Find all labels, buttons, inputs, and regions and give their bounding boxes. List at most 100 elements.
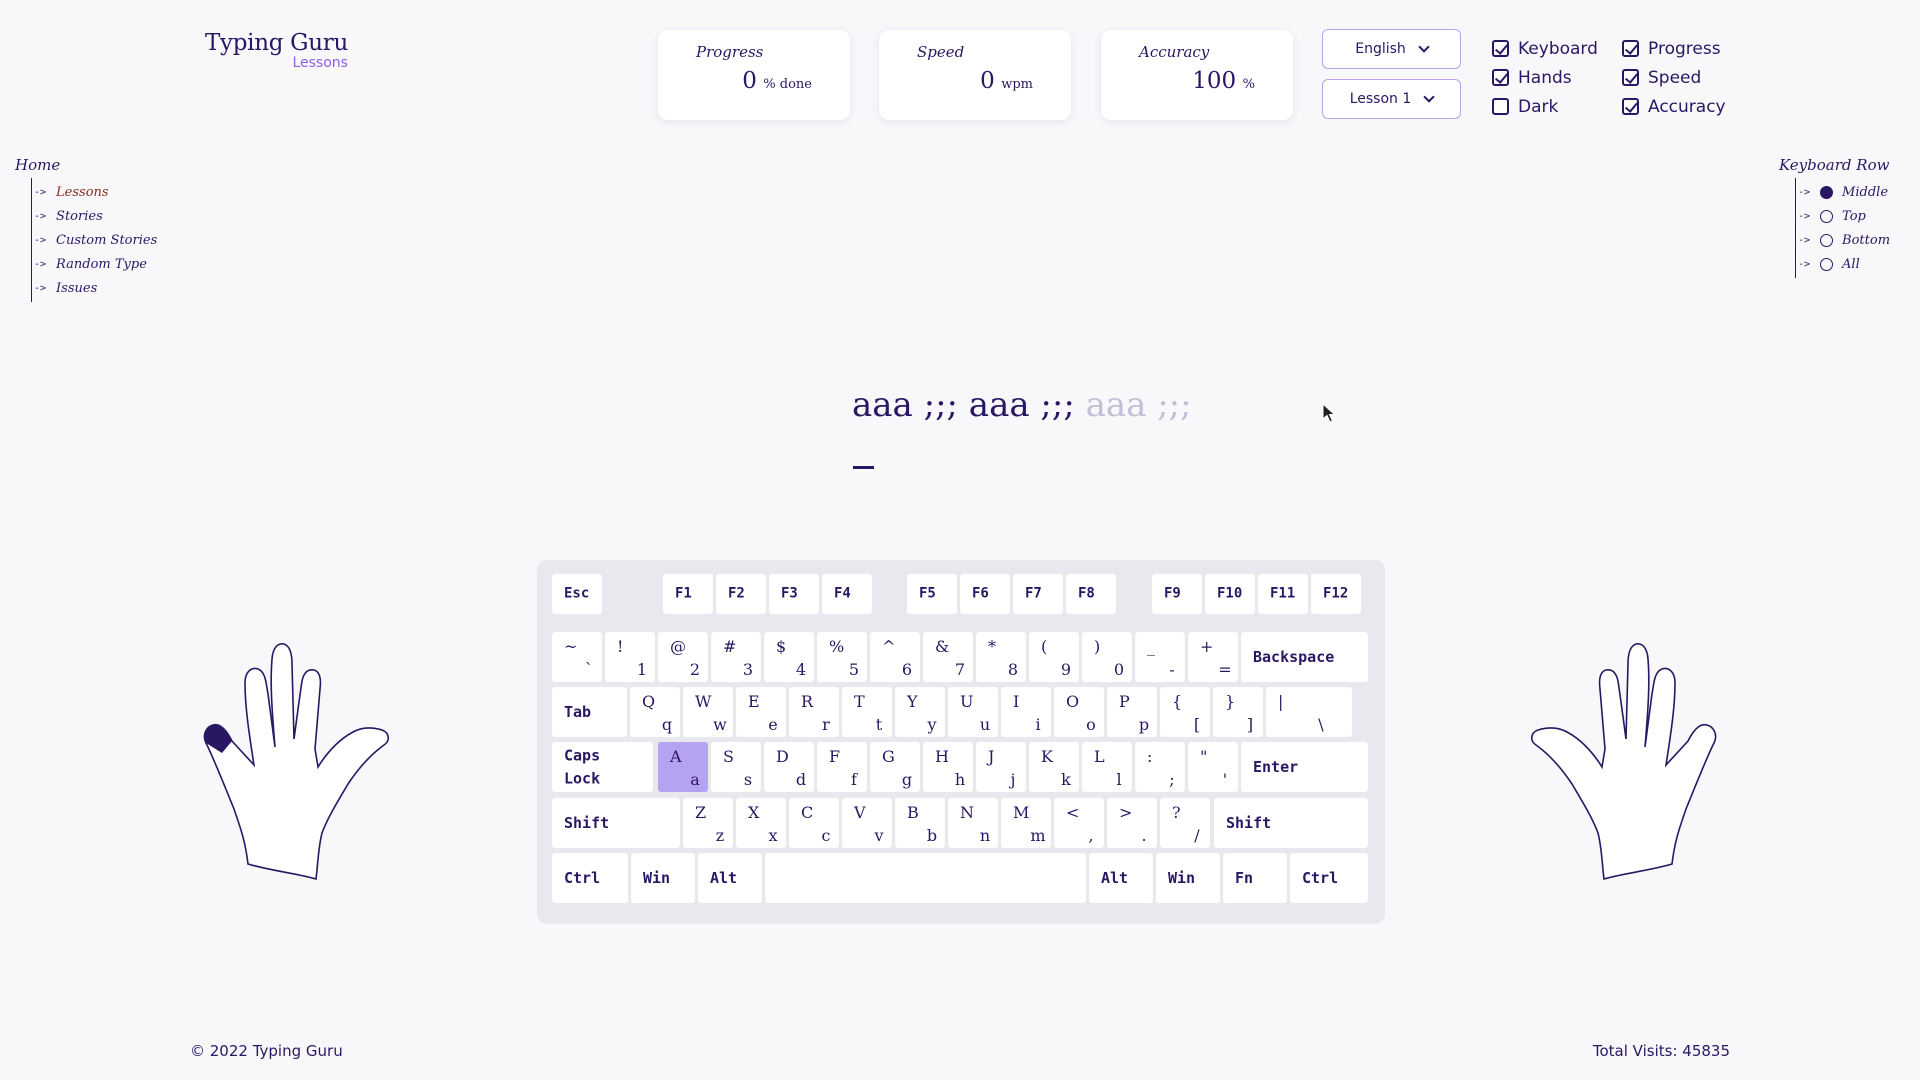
language-select[interactable]: English [1322,29,1461,69]
key-f5[interactable]: F5 [907,574,957,614]
key-sym[interactable]: ? / [1160,798,1210,848]
dark-option[interactable]: Dark [1492,92,1598,121]
key-ctrl-right[interactable]: Ctrl [1290,853,1368,903]
progress-checkbox[interactable] [1622,40,1639,57]
key-n[interactable]: Nn [948,798,998,848]
key-4[interactable]: $4 [764,632,814,682]
key-sym[interactable]: _ - [1135,632,1185,682]
key-e[interactable]: Ee [736,687,786,737]
key-j[interactable]: Jj [976,742,1026,792]
key-f10[interactable]: F10 [1205,574,1255,614]
dark-checkbox[interactable] [1492,98,1509,115]
nav-item-issues[interactable]: -> Issues [32,276,157,300]
key-fn[interactable]: Fn [1223,853,1287,903]
app-logo[interactable]: Typing Guru Lessons [205,30,348,71]
key-sym[interactable]: | \ [1266,687,1352,737]
key-f7[interactable]: F7 [1013,574,1063,614]
speed-option[interactable]: Speed [1622,63,1726,92]
accuracy-option[interactable]: Accuracy [1622,92,1726,121]
key-h[interactable]: Hh [923,742,973,792]
key-f1[interactable]: F1 [663,574,713,614]
key-b[interactable]: Bb [895,798,945,848]
nav-item-custom-stories[interactable]: -> Custom Stories [32,228,157,252]
key-win-right[interactable]: Win [1156,853,1220,903]
key-backspace[interactable]: Backspace [1241,632,1368,682]
key-7[interactable]: & 7 [923,632,973,682]
key-sym[interactable]: ~ ` [552,632,602,682]
key-sym[interactable]: " ' [1188,742,1238,792]
row-option-bottom[interactable]: -> Bottom [1796,228,1890,252]
key-space[interactable] [765,853,1086,903]
radio-bottom[interactable] [1820,233,1834,247]
radio-all[interactable] [1820,257,1834,271]
key-k[interactable]: Kk [1029,742,1079,792]
key-alt-right[interactable]: Alt [1089,853,1153,903]
key-f4[interactable]: F4 [822,574,872,614]
nav-home-link[interactable]: Home [15,156,157,174]
key-l[interactable]: Ll [1082,742,1132,792]
key-y[interactable]: Yy [895,687,945,737]
key-f2[interactable]: F2 [716,574,766,614]
lesson-select[interactable]: Lesson 1 [1322,79,1461,119]
key-g[interactable]: Gg [870,742,920,792]
key-u[interactable]: Uu [948,687,998,737]
key-3[interactable]: #3 [711,632,761,682]
key-r[interactable]: Rr [789,687,839,737]
row-option-middle[interactable]: -> Middle [1796,180,1890,204]
key-5[interactable]: % 5 [817,632,867,682]
key-shift-right[interactable]: Shift [1214,798,1368,848]
row-option-top[interactable]: -> Top [1796,204,1890,228]
key-m[interactable]: Mm [1001,798,1051,848]
nav-item-stories[interactable]: -> Stories [32,204,157,228]
key-q[interactable]: Qq [630,687,680,737]
nav-item-random-type[interactable]: -> Random Type [32,252,157,276]
key-s[interactable]: Ss [711,742,761,792]
key-p[interactable]: Pp [1107,687,1157,737]
key-f9[interactable]: F9 [1152,574,1202,614]
row-option-all[interactable]: -> All [1796,252,1890,276]
key-v[interactable]: Vv [842,798,892,848]
key-o[interactable]: Oo [1054,687,1104,737]
key-ctrl-left[interactable]: Ctrl [552,853,628,903]
keyboard-checkbox[interactable] [1492,40,1509,57]
nav-item-lessons[interactable]: -> Lessons [32,180,157,204]
key-0[interactable]: ) 0 [1082,632,1132,682]
key-sym[interactable]: {[ [1160,687,1210,737]
key-w[interactable]: Ww [683,687,733,737]
key-x[interactable]: Xx [736,798,786,848]
key-sym[interactable]: + = [1188,632,1238,682]
key-caps-lock[interactable]: Caps Lock [552,742,653,792]
key-alt-left[interactable]: Alt [698,853,762,903]
radio-middle[interactable] [1820,185,1834,199]
key-sym[interactable]: >. [1107,798,1157,848]
key-esc[interactable]: Esc [552,574,602,614]
hands-option[interactable]: Hands [1492,63,1598,92]
key-a[interactable]: Aa [658,742,708,792]
key-t[interactable]: Tt [842,687,892,737]
key-9[interactable]: (9 [1029,632,1079,682]
speed-checkbox[interactable] [1622,69,1639,86]
key-2[interactable]: @2 [658,632,708,682]
key-1[interactable]: ! 1 [605,632,655,682]
key-shift-left[interactable]: Shift [552,798,680,848]
key-f6[interactable]: F6 [960,574,1010,614]
key-sym[interactable]: <, [1054,798,1104,848]
key-win-left[interactable]: Win [631,853,695,903]
radio-top[interactable] [1820,209,1834,223]
progress-option[interactable]: Progress [1622,34,1726,63]
key-f8[interactable]: F8 [1066,574,1116,614]
key-tab[interactable]: Tab [552,687,627,737]
hands-checkbox[interactable] [1492,69,1509,86]
key-enter[interactable]: Enter [1241,742,1368,792]
key-f11[interactable]: F11 [1258,574,1308,614]
key-f3[interactable]: F3 [769,574,819,614]
key-f[interactable]: Ff [817,742,867,792]
key-d[interactable]: Dd [764,742,814,792]
keyboard-option[interactable]: Keyboard [1492,34,1598,63]
key-i[interactable]: Ii [1001,687,1051,737]
key-sym[interactable]: :; [1135,742,1185,792]
accuracy-checkbox[interactable] [1622,98,1639,115]
key-c[interactable]: Cc [789,798,839,848]
key-8[interactable]: * 8 [976,632,1026,682]
key-z[interactable]: Zz [683,798,733,848]
